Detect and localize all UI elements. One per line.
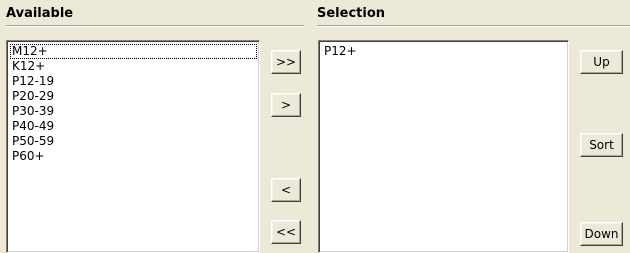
list-item[interactable]: K12+ bbox=[10, 59, 257, 74]
available-header: Available bbox=[6, 0, 304, 30]
list-item[interactable]: P60+ bbox=[10, 149, 257, 164]
list-item[interactable]: P12-19 bbox=[10, 74, 257, 89]
selection-title: Selection bbox=[317, 6, 386, 21]
selection-divider bbox=[317, 25, 630, 27]
remove-all-button[interactable]: << bbox=[271, 220, 301, 244]
list-item[interactable]: P20-29 bbox=[10, 89, 257, 104]
move-down-button[interactable]: Down bbox=[580, 222, 623, 246]
add-button[interactable]: > bbox=[271, 93, 301, 117]
add-all-button[interactable]: >> bbox=[271, 50, 301, 74]
list-item[interactable]: P12+ bbox=[322, 44, 566, 59]
selection-header: Selection bbox=[317, 0, 630, 30]
available-divider bbox=[6, 25, 304, 27]
available-title: Available bbox=[6, 6, 74, 21]
move-up-button[interactable]: Up bbox=[580, 50, 623, 74]
available-listbox[interactable]: M12+ K12+ P12-19 P20-29 P30-39 P40-49 P5… bbox=[6, 40, 260, 253]
list-item[interactable]: P50-59 bbox=[10, 134, 257, 149]
remove-button[interactable]: < bbox=[271, 178, 301, 202]
selection-listbox[interactable]: P12+ bbox=[318, 40, 569, 253]
list-item[interactable]: M12+ bbox=[10, 44, 257, 59]
list-item[interactable]: P30-39 bbox=[10, 104, 257, 119]
sort-button[interactable]: Sort bbox=[580, 133, 623, 157]
list-item[interactable]: P40-49 bbox=[10, 119, 257, 134]
